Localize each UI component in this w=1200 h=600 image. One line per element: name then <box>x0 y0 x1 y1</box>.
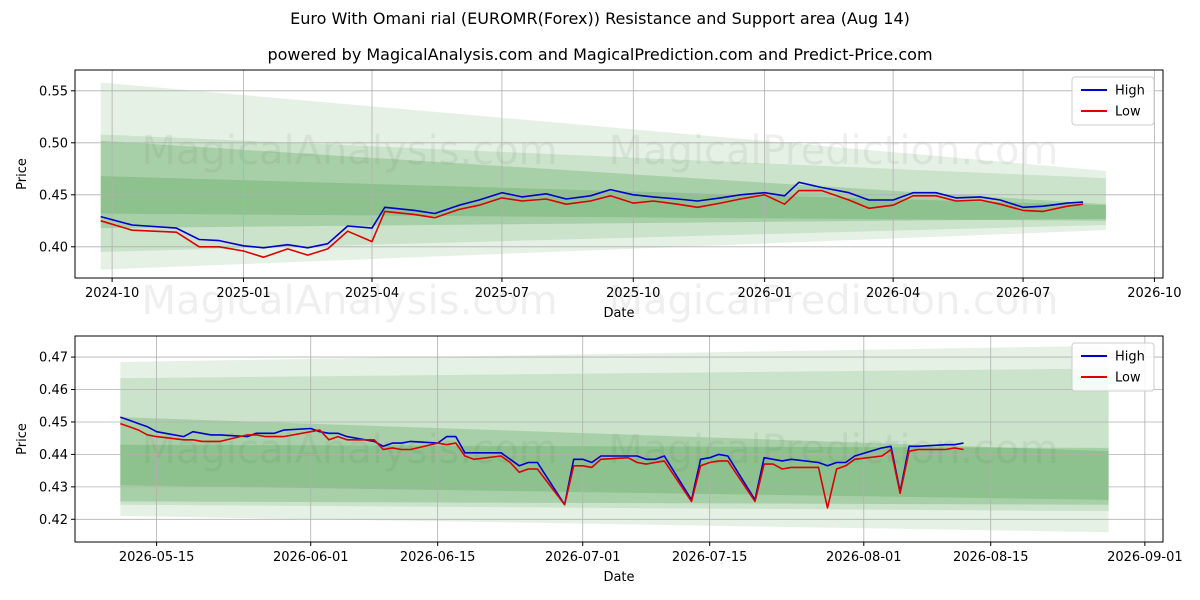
overview-xtick-label: 2026-01 <box>737 286 791 301</box>
overview-xtick-label: 2026-10 <box>1127 286 1181 301</box>
recent-bands <box>120 345 1109 533</box>
overview-xtick-label: 2026-07 <box>996 286 1050 301</box>
overview-legend-label-high: High <box>1115 84 1145 99</box>
recent-xtick-label: 2026-07-01 <box>545 550 621 565</box>
overview-ytick-label: 0.40 <box>39 240 68 255</box>
watermark-middle: MagicalAnalysis.com MagicalPrediction.co… <box>142 278 1059 324</box>
recent-ytick-label: 0.42 <box>39 513 68 528</box>
recent-ylabel: Price <box>15 423 30 455</box>
recent-ytick-label: 0.47 <box>39 351 68 366</box>
recent-xtick-label: 2026-05-15 <box>119 550 195 565</box>
overview-xtick-label: 2025-01 <box>216 286 270 301</box>
overview-xtick-label: 2026-04 <box>866 286 920 301</box>
overview-ylabel: Price <box>15 158 30 190</box>
recent-legend-label-high: High <box>1115 350 1145 365</box>
recent-xtick-label: 2026-07-15 <box>672 550 748 565</box>
overview-xlabel: Date <box>603 306 634 321</box>
overview-legend: High Low <box>1071 76 1155 126</box>
recent-ytick-label: 0.43 <box>39 480 68 495</box>
overview-xtick-label: 2025-10 <box>606 286 660 301</box>
overview-ytick-label: 0.50 <box>39 136 68 151</box>
recent-ytick-label: 0.46 <box>39 383 68 398</box>
recent-xtick-label: 2026-06-01 <box>273 550 349 565</box>
overview-xtick-label: 2025-07 <box>475 286 529 301</box>
recent-legend: High Low <box>1071 342 1155 392</box>
recent-ytick-label: 0.44 <box>39 448 68 463</box>
recent-xtick-label: 2026-08-15 <box>953 550 1029 565</box>
overview-bands <box>100 82 1106 270</box>
recent-ytick-label: 0.45 <box>39 415 68 430</box>
recent-legend-label-low: Low <box>1115 371 1141 386</box>
overview-xtick-label: 2025-04 <box>345 286 399 301</box>
overview-xtick-label: 2024-10 <box>85 286 139 301</box>
chart-figure: Euro With Omani rial (EUROMR(Forex)) Res… <box>0 0 1200 600</box>
overview-ytick-label: 0.45 <box>39 188 68 203</box>
recent-xtick-label: 2026-06-15 <box>400 550 476 565</box>
recent-xtick-label: 2026-09-01 <box>1107 550 1183 565</box>
overview-legend-label-low: Low <box>1115 105 1141 120</box>
overview-ytick-label: 0.55 <box>39 84 68 99</box>
recent-xlabel: Date <box>603 570 634 585</box>
recent-xtick-label: 2026-08-01 <box>826 550 902 565</box>
recent-panel: 2026-05-15 2026-06-01 2026-06-15 2026-07-01… <box>15 335 1183 585</box>
chart-canvas: MagicalAnalysis.com MagicalPrediction.co… <box>15 69 1183 585</box>
